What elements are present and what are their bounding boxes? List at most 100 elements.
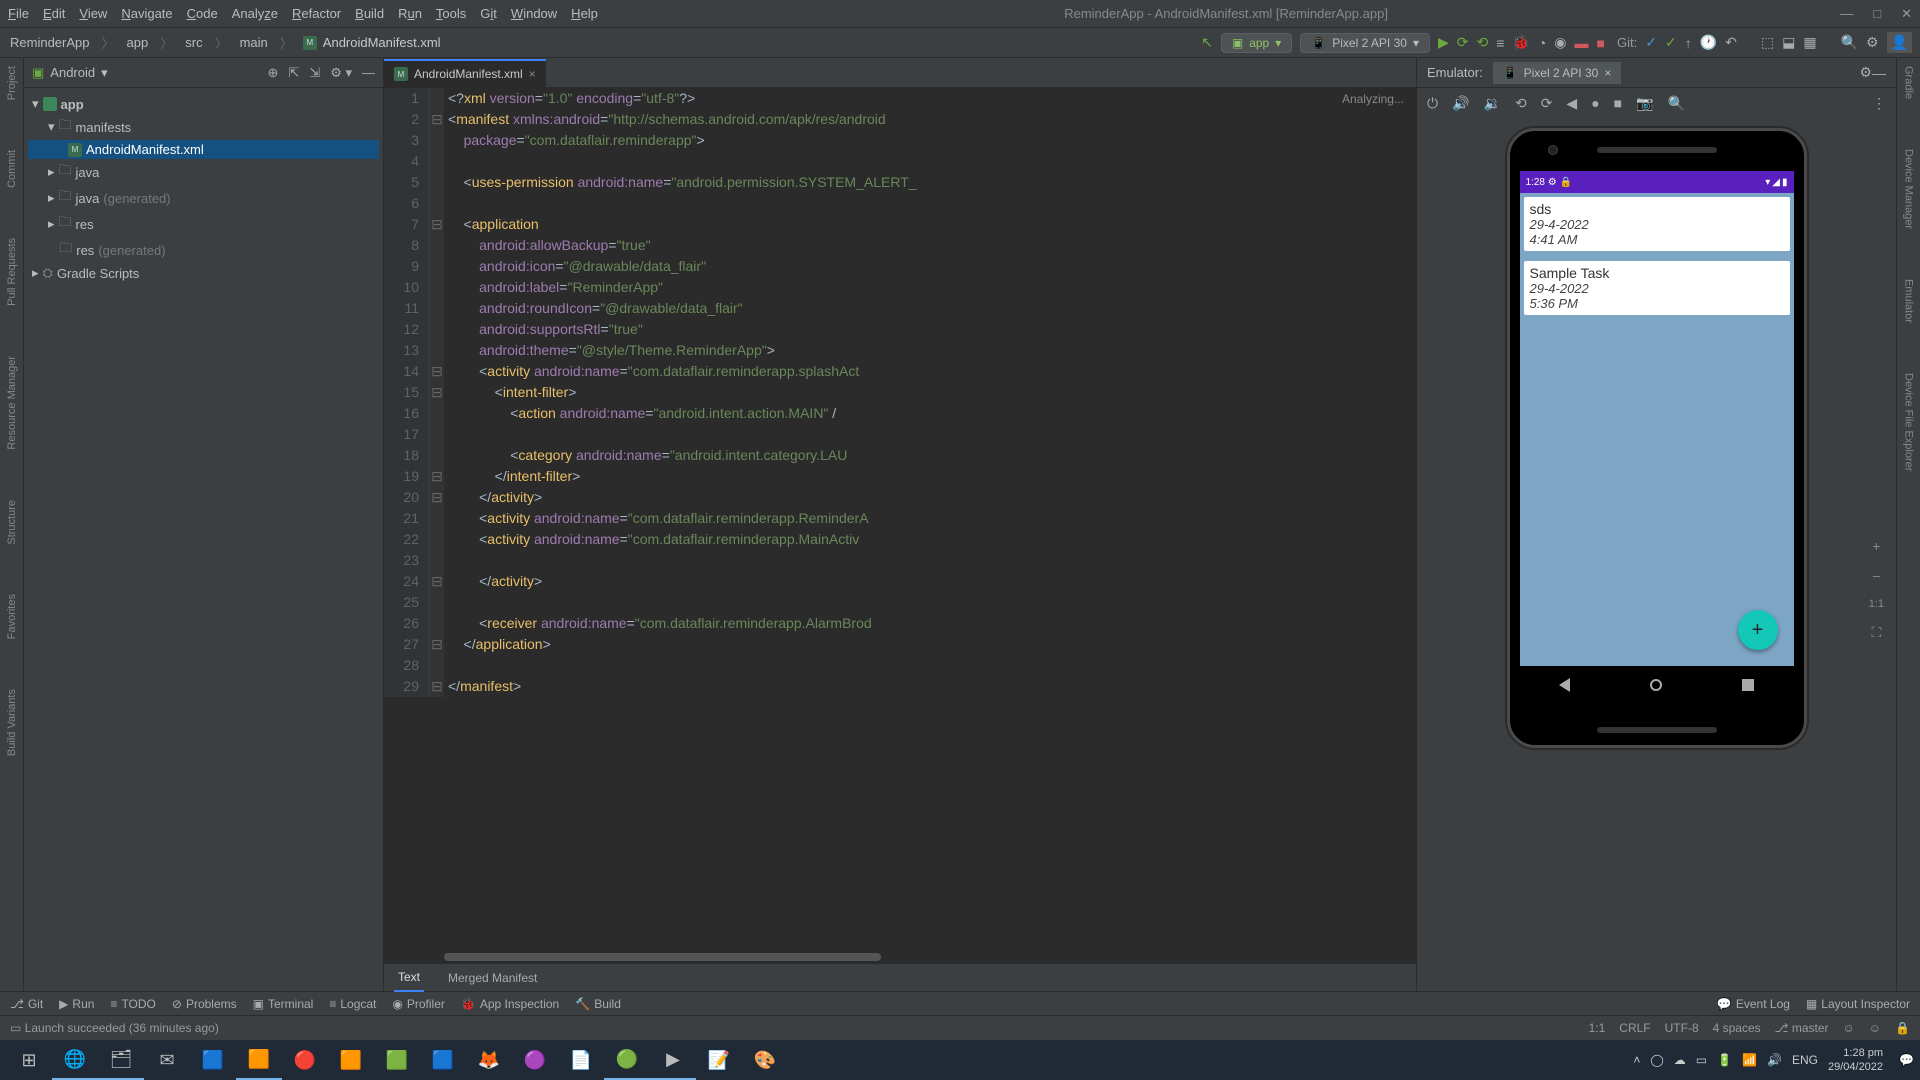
tray-notifications-icon[interactable]: 💬: [1899, 1053, 1914, 1067]
debug-button-icon[interactable]: 🐞: [1512, 34, 1529, 51]
git-rollback-icon[interactable]: ↶: [1725, 34, 1737, 51]
rail-gradle[interactable]: Gradle: [1903, 66, 1915, 99]
menu-file[interactable]: File: [8, 6, 29, 21]
emulator-settings-icon[interactable]: ⚙: [1859, 64, 1872, 81]
taskbar-office[interactable]: 📄: [558, 1040, 604, 1080]
tab-merged-manifest[interactable]: Merged Manifest: [444, 965, 541, 991]
tray-chevron-icon[interactable]: ˄: [1633, 1053, 1640, 1067]
taskbar-terminal[interactable]: ▶: [650, 1040, 696, 1080]
tree-java-generated[interactable]: ▸ 🗀 java (generated): [28, 185, 379, 211]
tool-git[interactable]: ⎇ Git: [10, 997, 43, 1011]
tree-java[interactable]: ▸ 🗀 java: [28, 159, 379, 185]
account-icon[interactable]: 👤: [1887, 32, 1912, 53]
status-icon[interactable]: ▭: [10, 1021, 21, 1035]
maximize-icon[interactable]: □: [1873, 6, 1881, 22]
git-history-icon[interactable]: 🕐: [1700, 34, 1717, 51]
coverage-icon[interactable]: ◔: [1538, 35, 1546, 51]
editor-tab-manifest[interactable]: M AndroidManifest.xml ×: [384, 59, 546, 87]
indent-size[interactable]: 4 spaces: [1713, 1021, 1761, 1035]
rotate-right-icon[interactable]: ⟳: [1541, 95, 1553, 112]
tray-clock[interactable]: 1:28 pm 29/04/2022: [1828, 1046, 1889, 1074]
git-commit-icon[interactable]: ✓: [1665, 34, 1677, 51]
tray-language[interactable]: ENG: [1792, 1053, 1818, 1067]
rail-pull-requests[interactable]: Pull Requests: [6, 238, 18, 306]
locate-icon[interactable]: ⊕: [267, 65, 278, 81]
menu-view[interactable]: View: [79, 6, 107, 21]
crumb-main[interactable]: main: [238, 35, 270, 50]
rail-commit[interactable]: Commit: [6, 150, 18, 188]
reminder-card[interactable]: Sample Task 29-4-2022 5:36 PM: [1524, 261, 1790, 315]
taskbar-vs[interactable]: 🟣: [512, 1040, 558, 1080]
sdk-manager-icon[interactable]: ⬓: [1782, 34, 1795, 51]
tool-event-log[interactable]: 💬 Event Log: [1717, 997, 1790, 1011]
tool-layout-inspector[interactable]: ▦ Layout Inspector: [1806, 997, 1910, 1011]
tray-volume-icon[interactable]: 🔊: [1767, 1053, 1782, 1067]
tree-res[interactable]: ▸ 🗀 res: [28, 211, 379, 237]
device-selector[interactable]: 📱 Pixel 2 API 30 ▾: [1300, 33, 1430, 53]
volume-down-icon[interactable]: 🔉: [1484, 95, 1501, 112]
taskbar-mail[interactable]: ✉: [144, 1040, 190, 1080]
tree-manifest-file[interactable]: M AndroidManifest.xml: [28, 140, 379, 159]
rail-favorites[interactable]: Favorites: [6, 594, 18, 639]
back-icon[interactable]: ◀: [1566, 95, 1577, 112]
menu-window[interactable]: Window: [511, 6, 557, 21]
menu-run[interactable]: Run: [398, 6, 422, 21]
taskbar-explorer[interactable]: 🗂: [98, 1040, 144, 1080]
nav-back-icon[interactable]: [1559, 678, 1570, 692]
crumb-src[interactable]: src: [183, 35, 204, 50]
overview-icon[interactable]: ■: [1614, 95, 1622, 111]
taskbar-xampp[interactable]: 🟧: [328, 1040, 374, 1080]
debug-icon[interactable]: ≡: [1496, 35, 1504, 51]
line-ending[interactable]: CRLF: [1619, 1021, 1650, 1035]
menu-navigate[interactable]: Navigate: [121, 6, 172, 21]
tray-wifi-icon[interactable]: 📶: [1742, 1053, 1757, 1067]
rail-device-file-explorer[interactable]: Device File Explorer: [1903, 373, 1915, 471]
apply-changes-icon[interactable]: ⟳: [1457, 34, 1469, 51]
project-settings-icon[interactable]: ⚙ ▾: [330, 65, 352, 81]
rail-build-variants[interactable]: Build Variants: [6, 689, 18, 756]
emulator-tab[interactable]: 📱 Pixel 2 API 30 ×: [1493, 62, 1622, 84]
rail-resource-manager[interactable]: Resource Manager: [6, 356, 18, 450]
lock-icon[interactable]: 🔒: [1895, 1021, 1910, 1035]
tray-location-icon[interactable]: ◯: [1650, 1053, 1663, 1067]
tool-build[interactable]: 🔨 Build: [575, 997, 621, 1011]
taskbar-firefox[interactable]: 🦊: [466, 1040, 512, 1080]
menu-git[interactable]: Git: [480, 6, 497, 21]
close-tab-icon[interactable]: ×: [529, 67, 536, 81]
tool-run[interactable]: ▶ Run: [59, 997, 94, 1011]
settings-icon[interactable]: ⚙: [1866, 34, 1879, 51]
taskbar-paint[interactable]: 🎨: [742, 1040, 788, 1080]
close-emulator-tab-icon[interactable]: ×: [1604, 66, 1611, 80]
tray-battery-icon[interactable]: 🔋: [1717, 1053, 1732, 1067]
tree-app[interactable]: ▾ app: [28, 94, 379, 114]
rail-emulator[interactable]: Emulator: [1903, 279, 1915, 323]
tray-onedrive-icon[interactable]: ☁: [1674, 1053, 1686, 1067]
rotate-left-icon[interactable]: ⟲: [1515, 95, 1527, 112]
tab-text[interactable]: Text: [394, 964, 424, 992]
taskbar-android-studio[interactable]: 🟢: [604, 1040, 650, 1080]
collapse-all-icon[interactable]: ⇲: [309, 65, 320, 81]
taskbar-edge[interactable]: 🌐: [52, 1040, 98, 1080]
inspection-smiley-icon[interactable]: ☺: [1843, 1021, 1855, 1035]
menu-tools[interactable]: Tools: [436, 6, 466, 21]
zoom-fit-icon[interactable]: ⛶: [1871, 624, 1881, 641]
power-icon[interactable]: ⏻: [1427, 95, 1438, 112]
stop-icon[interactable]: ■: [1597, 35, 1605, 51]
profile-icon[interactable]: ◉: [1554, 34, 1566, 51]
close-icon[interactable]: ✕: [1901, 6, 1912, 22]
reminder-list[interactable]: sds 29-4-2022 4:41 AM Sample Task 29-4-2…: [1520, 193, 1794, 666]
menu-refactor[interactable]: Refactor: [292, 6, 341, 21]
menu-edit[interactable]: Edit: [43, 6, 65, 21]
expand-all-icon[interactable]: ⇱: [288, 65, 299, 81]
code-editor[interactable]: 1<?xml version="1.0" encoding="utf-8"?>2…: [384, 88, 1416, 963]
volume-up-icon[interactable]: 🔊: [1452, 95, 1469, 112]
zoom-actual-icon[interactable]: 1:1: [1869, 598, 1884, 610]
taskbar-sublime[interactable]: 🟧: [236, 1040, 282, 1080]
crumb-file[interactable]: AndroidManifest.xml: [321, 35, 443, 50]
run-icon[interactable]: ▶: [1438, 34, 1449, 51]
add-reminder-fab[interactable]: +: [1738, 610, 1778, 650]
horizontal-scrollbar[interactable]: [444, 953, 1416, 963]
nav-overview-icon[interactable]: [1742, 679, 1754, 691]
project-view-selector[interactable]: ▣Android ▾: [32, 65, 108, 81]
menu-build[interactable]: Build: [355, 6, 384, 21]
